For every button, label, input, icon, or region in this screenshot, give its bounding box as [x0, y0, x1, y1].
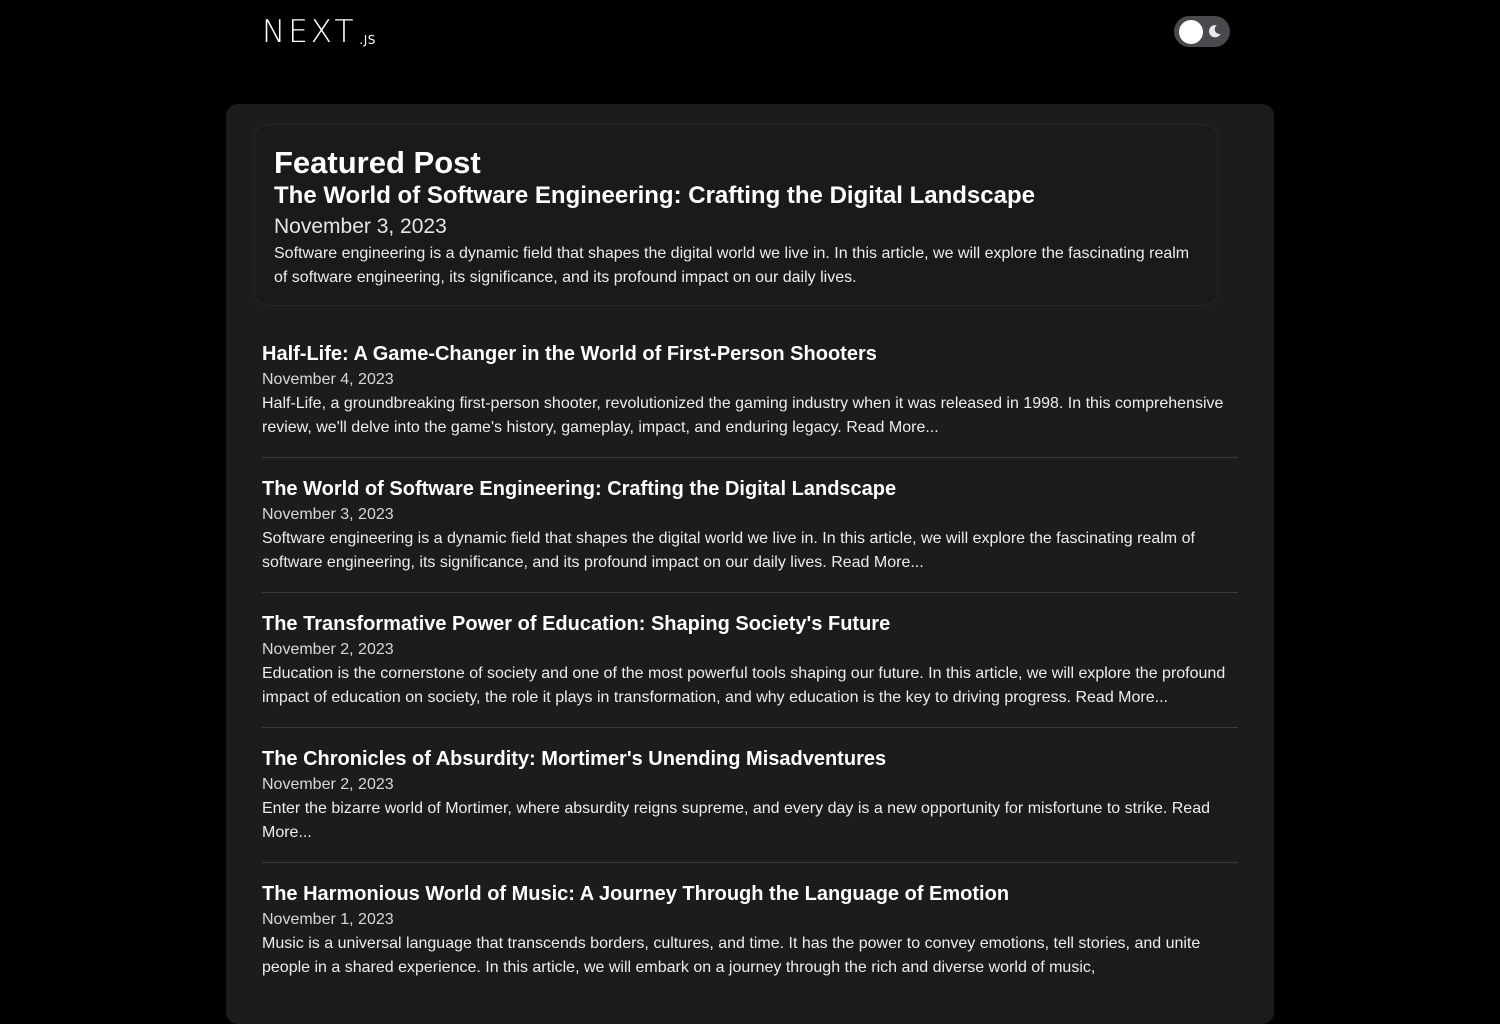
logo-suffix: .JS — [359, 33, 376, 47]
toggle-knob — [1179, 20, 1203, 44]
featured-heading: Featured Post — [274, 145, 481, 180]
read-more-link[interactable]: Read More... — [1075, 689, 1167, 706]
post-title[interactable]: Half-Life: A Game-Changer in the World o… — [262, 340, 1238, 368]
post-date: November 2, 2023 — [262, 776, 394, 793]
post-excerpt: Enter the bizarre world of Mortimer, whe… — [262, 797, 1238, 845]
post-title[interactable]: The World of Software Engineering: Craft… — [262, 475, 1238, 503]
post-date: November 2, 2023 — [262, 641, 394, 658]
post-excerpt: Software engineering is a dynamic field … — [262, 527, 1238, 575]
post-excerpt-text: Half-Life, a groundbreaking first-person… — [262, 395, 1224, 436]
post-item: Half-Life: A Game-Changer in the World o… — [262, 340, 1238, 458]
post-excerpt: Music is a universal language that trans… — [262, 932, 1238, 980]
posts-list: Half-Life: A Game-Changer in the World o… — [262, 340, 1238, 1014]
post-item: The Harmonious World of Music: A Journey… — [262, 880, 1238, 997]
logo-wordmark: NEXT — [262, 14, 357, 50]
post-item: The World of Software Engineering: Craft… — [262, 475, 1238, 593]
post-excerpt: Half-Life, a groundbreaking first-person… — [262, 392, 1238, 440]
post-excerpt-text: Music is a universal language that trans… — [262, 935, 1201, 976]
site-header: NEXT .JS — [262, 16, 1230, 50]
read-more-link[interactable]: Read More... — [831, 554, 923, 571]
read-more-link[interactable]: Read More... — [846, 419, 938, 436]
featured-post-title[interactable]: The World of Software Engineering: Craft… — [274, 181, 1197, 211]
featured-post-date: November 3, 2023 — [274, 215, 447, 238]
theme-toggle[interactable] — [1174, 16, 1230, 47]
moon-icon — [1208, 25, 1221, 38]
main-content-panel: Featured Post The World of Software Engi… — [226, 104, 1274, 1024]
post-title[interactable]: The Harmonious World of Music: A Journey… — [262, 880, 1238, 908]
post-date: November 3, 2023 — [262, 506, 394, 523]
featured-post-card[interactable]: Featured Post The World of Software Engi… — [254, 124, 1218, 306]
featured-post-excerpt: Software engineering is a dynamic field … — [274, 245, 1190, 286]
post-item: The Transformative Power of Education: S… — [262, 610, 1238, 728]
post-excerpt: Education is the cornerstone of society … — [262, 662, 1238, 710]
post-date: November 1, 2023 — [262, 911, 394, 928]
nextjs-logo[interactable]: NEXT .JS — [262, 16, 376, 48]
post-title[interactable]: The Transformative Power of Education: S… — [262, 610, 1238, 638]
post-item: The Chronicles of Absurdity: Mortimer's … — [262, 745, 1238, 863]
post-title[interactable]: The Chronicles of Absurdity: Mortimer's … — [262, 745, 1238, 773]
post-excerpt-text: Software engineering is a dynamic field … — [262, 530, 1195, 571]
post-date: November 4, 2023 — [262, 371, 394, 388]
post-excerpt-text: Enter the bizarre world of Mortimer, whe… — [262, 800, 1168, 817]
